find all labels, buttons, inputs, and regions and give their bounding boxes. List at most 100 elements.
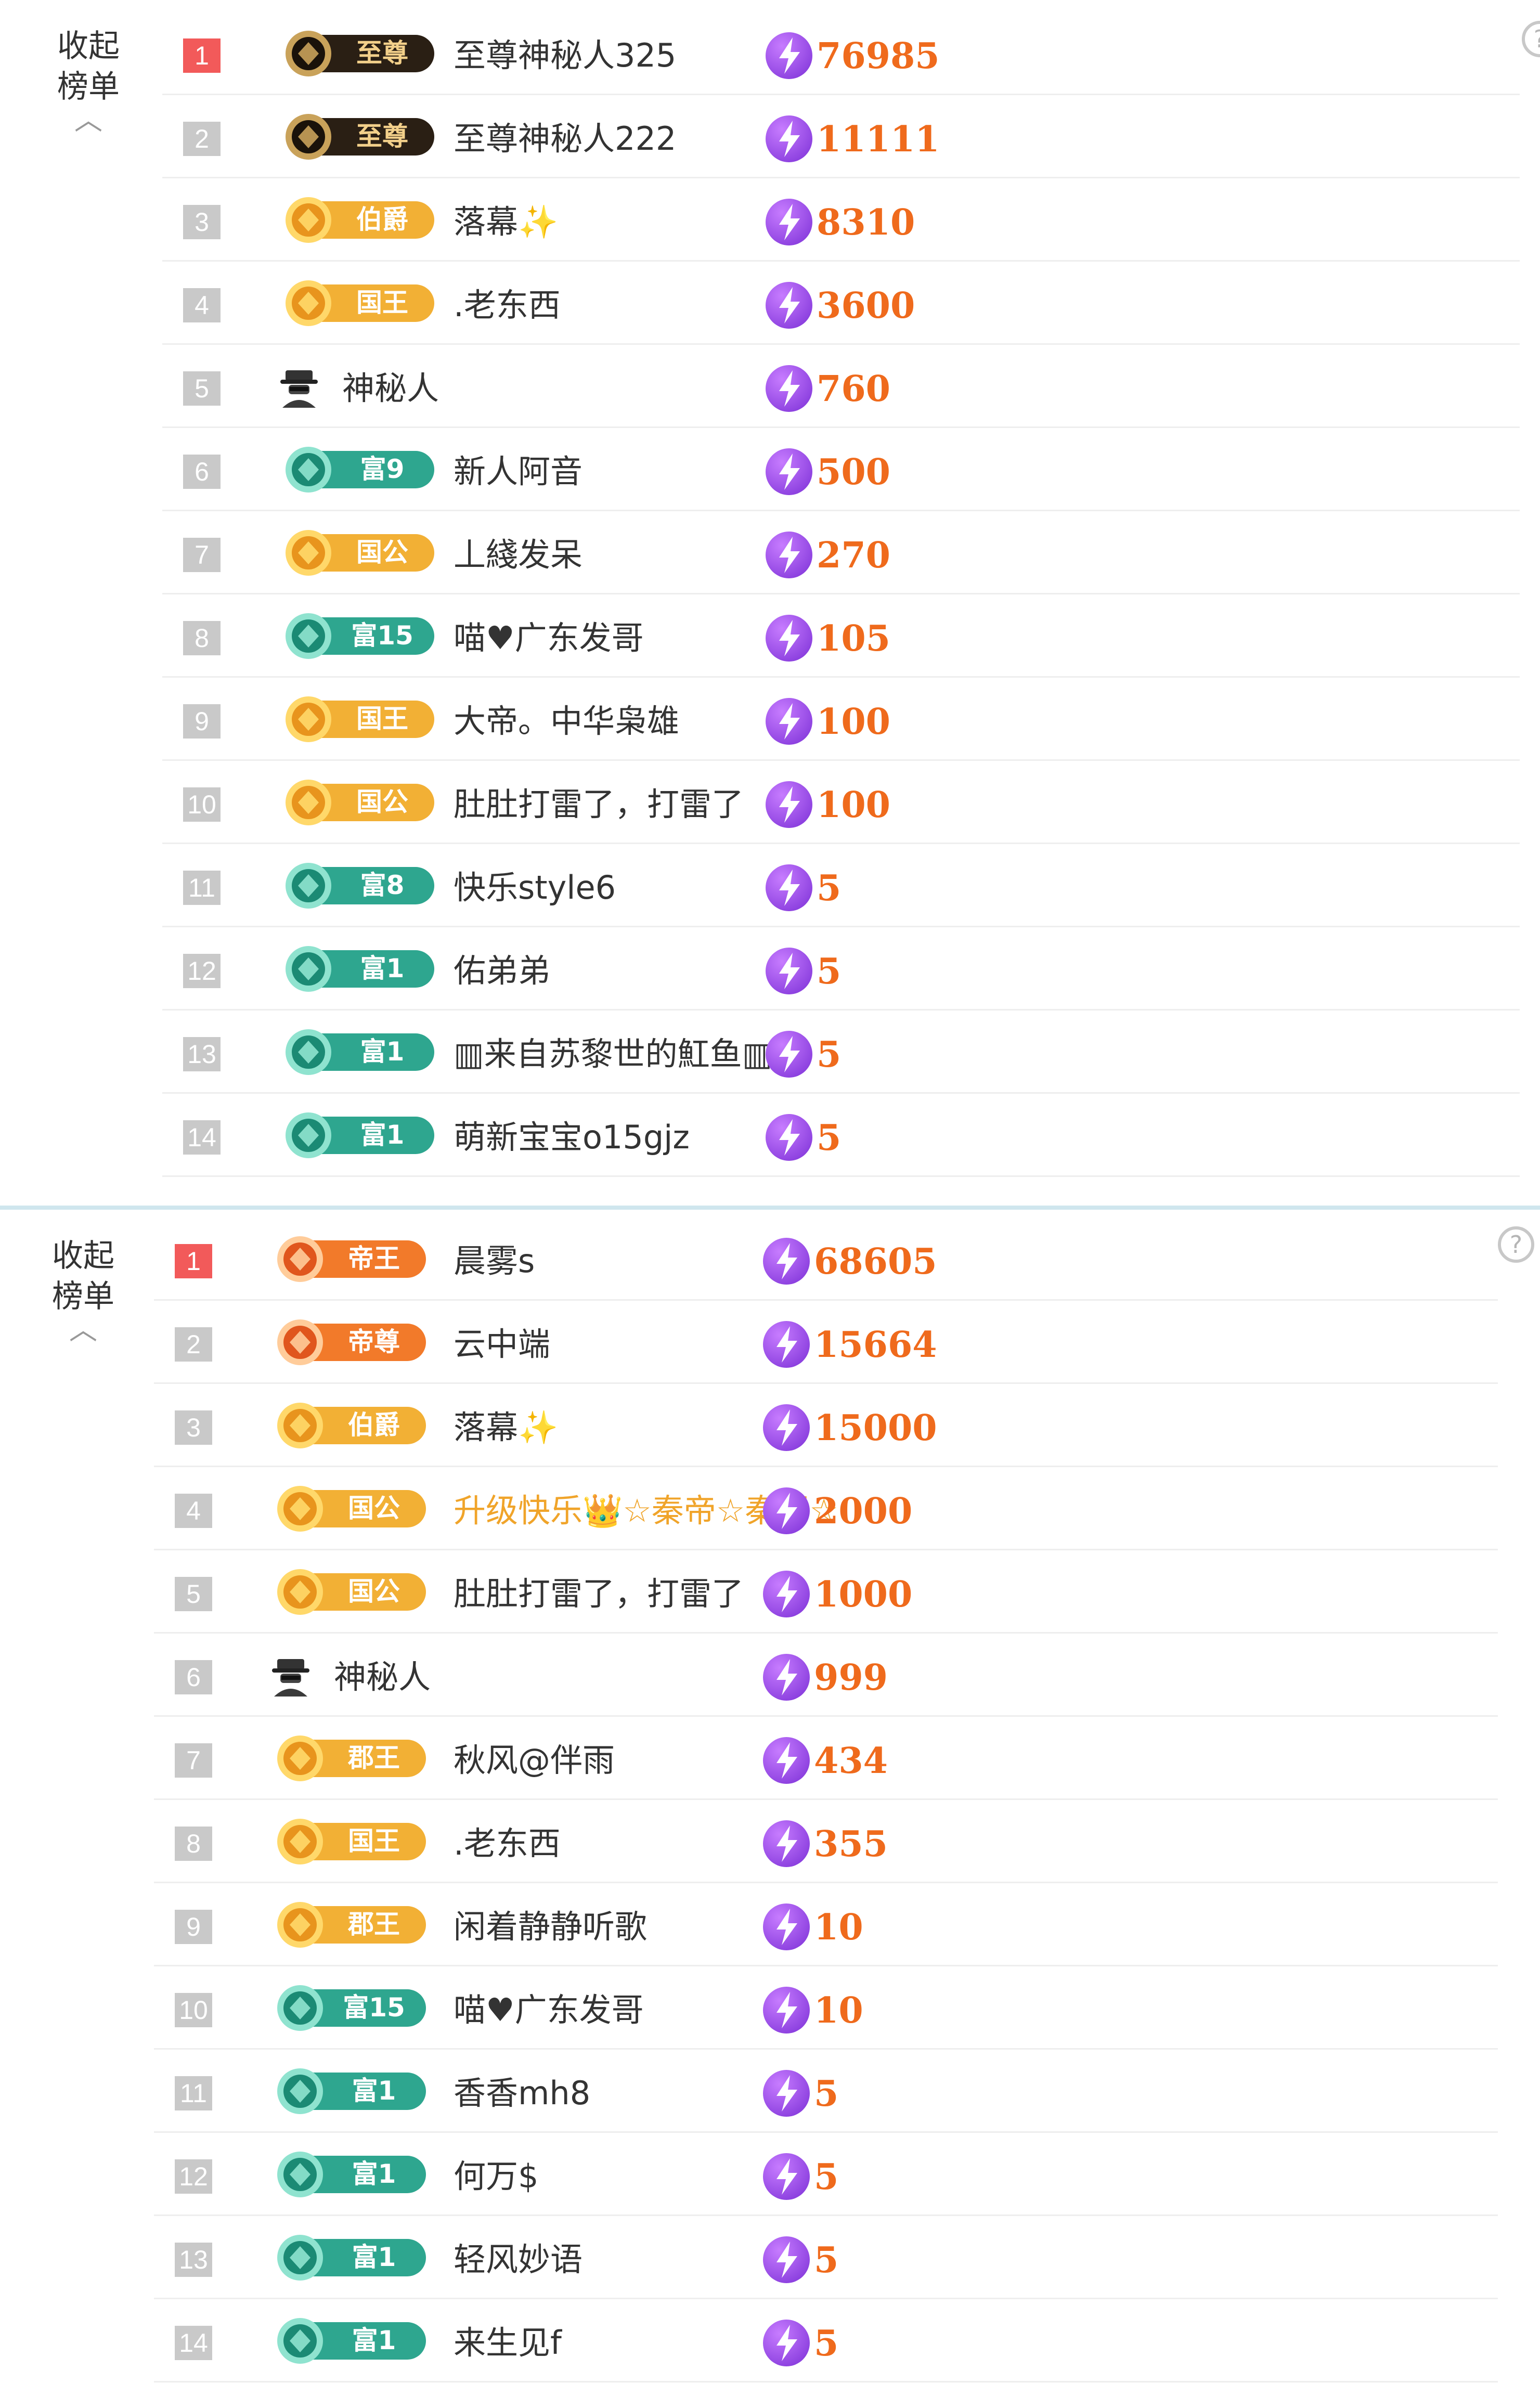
contribution-score: 5 — [817, 1034, 842, 1076]
lightning-icon — [763, 2070, 810, 2117]
contribution-score: 1000 — [814, 1574, 913, 1615]
user-name[interactable]: 至尊神秘人325 — [454, 36, 676, 75]
level-medal-badge: 国公 — [275, 1567, 431, 1617]
ranking-row[interactable]: 1 帝王 晨雾s 68605 — [154, 1216, 1498, 1301]
ranking-root: 收起 榜单 ︿ ? 1至尊至尊神秘人325769852至尊至尊神秘人222111… — [0, 0, 1540, 2383]
user-name[interactable]: 喵♥广东发哥 — [454, 619, 644, 657]
lightning-icon — [763, 1238, 810, 1285]
user-name[interactable]: 肚肚打雷了，打雷了 — [454, 785, 744, 824]
user-name[interactable]: 神秘人 — [334, 1658, 431, 1696]
user-name[interactable]: 云中端 — [454, 1325, 550, 1364]
ranking-row[interactable]: 10 国公 肚肚打雷了，打雷了 100 — [162, 759, 1520, 844]
collapse-label: 收起 榜单 — [57, 28, 120, 105]
ranking-row[interactable]: 13 富1 轻风妙语 5 — [154, 2214, 1498, 2299]
lightning-icon — [763, 1737, 810, 1784]
ranking-row[interactable]: 9 国王 大帝。中华枭雄 100 — [162, 676, 1520, 761]
level-medal-badge: 国王 — [283, 278, 439, 328]
lightning-icon — [766, 365, 812, 412]
user-name[interactable]: 落幕✨ — [454, 1408, 558, 1447]
svg-text:至尊: 至尊 — [356, 121, 408, 151]
contribution-score: 5 — [817, 867, 842, 909]
ranking-row[interactable]: 5 国公 肚肚打雷了，打雷了 1000 — [154, 1549, 1498, 1634]
contribution-score: 11111 — [817, 119, 940, 160]
rank-badge: 2 — [175, 1327, 212, 1362]
ranking-row[interactable]: 10 富15 喵♥广东发哥 10 — [154, 1965, 1498, 2050]
question-circle-icon[interactable]: ? — [1522, 21, 1540, 57]
ranking-row[interactable]: 2 帝尊 云中端 15664 — [154, 1299, 1498, 1384]
contribution-score: 8310 — [817, 202, 915, 243]
ranking-row[interactable]: 14 富1 来生见f 5 — [154, 2298, 1498, 2382]
ranking-row[interactable]: 11 富8 快乐style6 5 — [162, 843, 1520, 927]
user-name[interactable]: 大帝。中华枭雄 — [454, 702, 679, 741]
rank-badge: 8 — [175, 1827, 212, 1861]
user-name[interactable]: 轻风妙语 — [454, 2240, 583, 2279]
ranking-row[interactable]: 12 富1 何万$ 5 — [154, 2131, 1498, 2216]
user-name[interactable]: 喵♥广东发哥 — [454, 1991, 644, 2029]
contribution-score: 5 — [814, 2239, 839, 2281]
lightning-icon — [763, 1487, 810, 1534]
user-name[interactable]: 丄綫发呆 — [454, 536, 583, 574]
lightning-icon — [766, 32, 812, 79]
user-name[interactable]: 萌新宝宝o15gjz — [454, 1118, 690, 1157]
ranking-row[interactable]: 4 国公 升级快乐👑☆秦帝☆秦羽☆ 2000 — [154, 1466, 1498, 1550]
svg-text:富15: 富15 — [351, 620, 413, 651]
lightning-icon — [766, 532, 812, 578]
collapse-ranking-button[interactable]: 收起 榜单 ︿ — [36, 1236, 130, 1346]
ranking-row[interactable]: 11 富1 香香mh8 5 — [154, 2048, 1498, 2133]
user-name[interactable]: 晨雾s — [454, 1242, 535, 1280]
ranking-row[interactable]: 7 国公 丄綫发呆 270 — [162, 510, 1520, 594]
user-name[interactable]: 何万$ — [454, 2157, 538, 2196]
ranking-row[interactable]: 7 郡王 秋风@伴雨 434 — [154, 1715, 1498, 1800]
rank-badge: 8 — [183, 621, 221, 655]
ranking-row[interactable]: 14 富1 萌新宝宝o15gjz 5 — [162, 1092, 1520, 1177]
svg-text:伯爵: 伯爵 — [356, 204, 408, 235]
ranking-row[interactable]: 6 神秘人 999 — [154, 1632, 1498, 1717]
ranking-row[interactable]: 12 富1 佑弟弟 5 — [162, 926, 1520, 1011]
rank-badge: 4 — [175, 1494, 212, 1528]
ranking-row[interactable]: 9 郡王 闲着静静听歌 10 — [154, 1882, 1498, 1966]
ranking-row[interactable]: 8 国王 .老东西 355 — [154, 1798, 1498, 1883]
question-circle-icon[interactable]: ? — [1498, 1226, 1534, 1263]
lightning-icon — [763, 1987, 810, 2034]
contribution-score: 15664 — [814, 1324, 937, 1366]
rank-badge: 12 — [183, 954, 221, 988]
level-medal-badge: 富1 — [283, 1110, 439, 1160]
svg-text:富1: 富1 — [352, 2076, 396, 2106]
user-name[interactable]: 落幕✨ — [454, 203, 558, 241]
svg-text:郡王: 郡王 — [347, 1909, 400, 1939]
user-name[interactable]: 快乐style6 — [454, 869, 616, 907]
ranking-row[interactable]: 3 伯爵 落幕✨ 15000 — [154, 1382, 1498, 1467]
svg-text:富8: 富8 — [360, 870, 405, 900]
ranking-row[interactable]: 13 富1 ▥来自苏黎世的魟鱼▥ 5 — [162, 1009, 1520, 1094]
ranking-row[interactable]: 8 富15 喵♥广东发哥 105 — [162, 593, 1520, 678]
contribution-score: 5 — [814, 2156, 839, 2198]
ranking-row[interactable]: 6 富9 新人阿音 500 — [162, 426, 1520, 511]
user-name[interactable]: 佑弟弟 — [454, 952, 550, 990]
user-name[interactable]: 新人阿音 — [454, 452, 583, 491]
ranking-row[interactable]: 5 神秘人 760 — [162, 343, 1520, 428]
user-name[interactable]: .老东西 — [454, 1824, 561, 1863]
rank-badge: 1 — [175, 1244, 212, 1278]
user-name[interactable]: 秋风@伴雨 — [454, 1741, 615, 1780]
ranking-row[interactable]: 4 国王 .老东西 3600 — [162, 260, 1520, 345]
user-name[interactable]: .老东西 — [454, 286, 561, 325]
rank-badge: 13 — [175, 2243, 212, 2277]
user-name[interactable]: 神秘人 — [342, 369, 439, 408]
svg-text:国公: 国公 — [348, 1493, 400, 1523]
user-name[interactable]: 香香mh8 — [454, 2074, 590, 2113]
ranking-row[interactable]: 3 伯爵 落幕✨ 8310 — [162, 177, 1520, 262]
user-name[interactable]: 肚肚打雷了，打雷了 — [454, 1575, 744, 1613]
chevron-up-icon: ︿ — [69, 1313, 97, 1346]
svg-text:至尊: 至尊 — [356, 38, 408, 68]
lightning-icon — [766, 448, 812, 495]
user-name[interactable]: 来生见f — [454, 2324, 562, 2362]
ranking-row[interactable]: 2 至尊 至尊神秘人222 11111 — [162, 94, 1520, 178]
user-name[interactable]: ▥来自苏黎世的魟鱼▥ — [454, 1035, 772, 1073]
user-name[interactable]: 闲着静静听歌 — [454, 1908, 647, 1946]
lightning-icon — [766, 115, 812, 162]
ranking-row[interactable]: 1 至尊 至尊神秘人325 76985 — [162, 10, 1520, 95]
contribution-score: 100 — [817, 701, 890, 743]
collapse-ranking-button[interactable]: 收起 榜单 ︿ — [42, 26, 135, 134]
user-name[interactable]: 至尊神秘人222 — [454, 120, 676, 158]
rank-badge: 12 — [175, 2159, 212, 2194]
